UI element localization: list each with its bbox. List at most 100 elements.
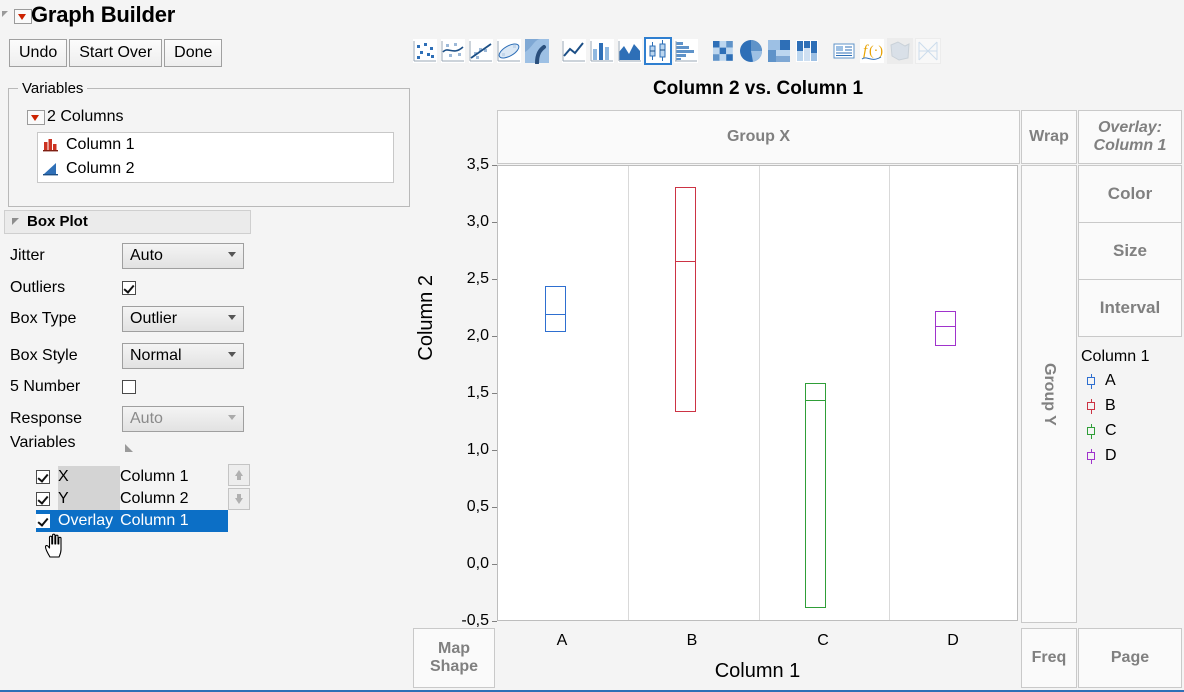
list-item[interactable]: Column 2 [38, 157, 393, 181]
legend-item[interactable]: C [1085, 422, 1117, 440]
variable-role-row-y[interactable]: Y Column 2 [36, 488, 228, 510]
variable-role-row-overlay[interactable]: Overlay Column 1 [36, 510, 228, 532]
box-style-select[interactable]: Normal [122, 343, 244, 369]
treemap-icon[interactable] [766, 38, 792, 64]
y-axis-tick-label: 0,5 [466, 498, 489, 515]
area-icon[interactable] [617, 38, 643, 64]
y-axis-tick-label: 3,0 [466, 213, 489, 230]
formula-icon[interactable]: f (·) [859, 38, 885, 64]
parallel-plot-icon[interactable] [915, 38, 941, 64]
response-value: Auto [130, 410, 163, 427]
role-x-label: X [58, 466, 120, 488]
drop-zone-label: Group X [726, 128, 791, 145]
plot-area[interactable] [497, 165, 1018, 621]
y-axis-tick-label: -0,5 [461, 612, 489, 629]
done-button[interactable]: Done [164, 39, 223, 67]
legend-item[interactable]: A [1085, 372, 1116, 390]
x-axis-tick-label: D [947, 632, 959, 649]
drop-zone-group-x[interactable]: Group X [497, 110, 1020, 164]
x-axis-tick-label: A [556, 632, 568, 649]
drop-zone-label: Page [1110, 649, 1150, 666]
ellipse-icon[interactable] [496, 38, 522, 64]
box-plot-d[interactable] [935, 311, 956, 346]
list-item[interactable]: Column 1 [38, 133, 393, 157]
box-plot-disclosure-icon[interactable] [12, 218, 19, 225]
smoother-icon[interactable] [440, 38, 466, 64]
median-line-c [805, 400, 826, 401]
outline-disclosure-icon[interactable] [2, 11, 8, 17]
mosaic-icon[interactable] [794, 38, 820, 64]
box-plot-panel-header[interactable]: Box Plot [4, 210, 251, 234]
drop-zone-map-line2: Shape [429, 658, 478, 675]
drop-zone-freq[interactable]: Freq [1021, 628, 1077, 688]
box-plot-c[interactable] [805, 383, 826, 608]
column-list[interactable]: Column 1 Column 2 [37, 132, 394, 183]
median-line-a [545, 314, 566, 315]
contour-icon[interactable] [524, 38, 550, 64]
action-button-row: Undo Start Over Done [9, 39, 224, 67]
y-axis-tick [492, 450, 497, 451]
pie-icon[interactable] [738, 38, 764, 64]
variables-group-box: 2 Columns Column 1 Column 2 [8, 88, 410, 207]
start-over-button[interactable]: Start Over [69, 39, 163, 67]
legend-item[interactable]: D [1085, 447, 1117, 465]
drop-zone-color[interactable]: Color [1078, 165, 1182, 223]
median-line-d [935, 326, 956, 327]
caption-box-icon[interactable] [831, 38, 857, 64]
move-up-button[interactable] [228, 464, 250, 486]
drop-zone-label: Interval [1099, 298, 1161, 317]
heatmap-icon[interactable] [710, 38, 736, 64]
drop-zone-map-shape[interactable]: Map Shape [413, 628, 495, 688]
option-5-number: 5 Number [10, 372, 136, 402]
move-down-button[interactable] [228, 488, 250, 510]
red-triangle-menu-icon[interactable] [14, 9, 32, 24]
box-plot-icon[interactable] [644, 37, 672, 65]
drop-zone-group-y[interactable]: Group Y [1021, 165, 1077, 623]
jitter-select[interactable]: Auto [122, 243, 244, 269]
variable-roles-disclosure-icon[interactable] [125, 444, 133, 452]
box-plot-a[interactable] [545, 286, 566, 332]
role-overlay-checkbox[interactable] [36, 514, 50, 528]
role-y-checkbox[interactable] [36, 492, 50, 506]
drop-zone-wrap[interactable]: Wrap [1021, 110, 1077, 164]
points-icon[interactable] [412, 38, 438, 64]
role-overlay-label: Overlay [58, 512, 114, 529]
five-number-checkbox[interactable] [122, 380, 136, 394]
box-plot-b[interactable] [675, 187, 696, 412]
drop-zone-label: Wrap [1029, 128, 1069, 145]
drop-zone-overlay[interactable]: Overlay: Column 1 [1078, 110, 1182, 164]
column-name: Column 2 [66, 160, 135, 177]
legend-box-marker-icon [1085, 423, 1098, 439]
drop-zone-label: Group Y [1041, 362, 1058, 426]
columns-red-triangle-icon[interactable] [27, 110, 45, 125]
histogram-icon[interactable] [673, 38, 699, 64]
drop-zone-page[interactable]: Page [1078, 628, 1182, 688]
line-of-fit-icon[interactable] [468, 38, 494, 64]
option-label: Outliers [10, 279, 66, 296]
role-x-checkbox[interactable] [36, 470, 50, 484]
option-label: Box Type [10, 310, 77, 327]
nominal-bar-icon [42, 137, 60, 153]
bar-icon[interactable] [589, 38, 615, 64]
drop-zone-size[interactable]: Size [1078, 222, 1182, 280]
columns-header: 2 Columns [27, 108, 123, 126]
map-shapes-icon[interactable] [887, 38, 913, 64]
outliers-checkbox[interactable] [122, 281, 136, 295]
window-title-bar: Graph Builder [0, 0, 1184, 32]
x-axis-title: Column 1 [714, 660, 801, 682]
chevron-down-icon [228, 315, 236, 320]
x-axis-tick-label: C [817, 632, 829, 649]
undo-button[interactable]: Undo [9, 39, 68, 67]
legend-box-marker-icon [1085, 448, 1098, 464]
page-title: Graph Builder [31, 2, 176, 27]
line-icon[interactable] [561, 38, 587, 64]
option-box-type: Box Type Outlier [10, 304, 244, 334]
legend-item[interactable]: B [1085, 397, 1116, 415]
response-select[interactable]: Auto [122, 406, 244, 432]
column-name: Column 1 [66, 136, 135, 153]
role-x-column: Column 1 [120, 468, 189, 485]
variable-role-row-x[interactable]: X Column 1 [36, 466, 228, 488]
drop-zone-interval[interactable]: Interval [1078, 279, 1182, 337]
box-type-select[interactable]: Outlier [122, 306, 244, 332]
y-axis-tick [492, 507, 497, 508]
